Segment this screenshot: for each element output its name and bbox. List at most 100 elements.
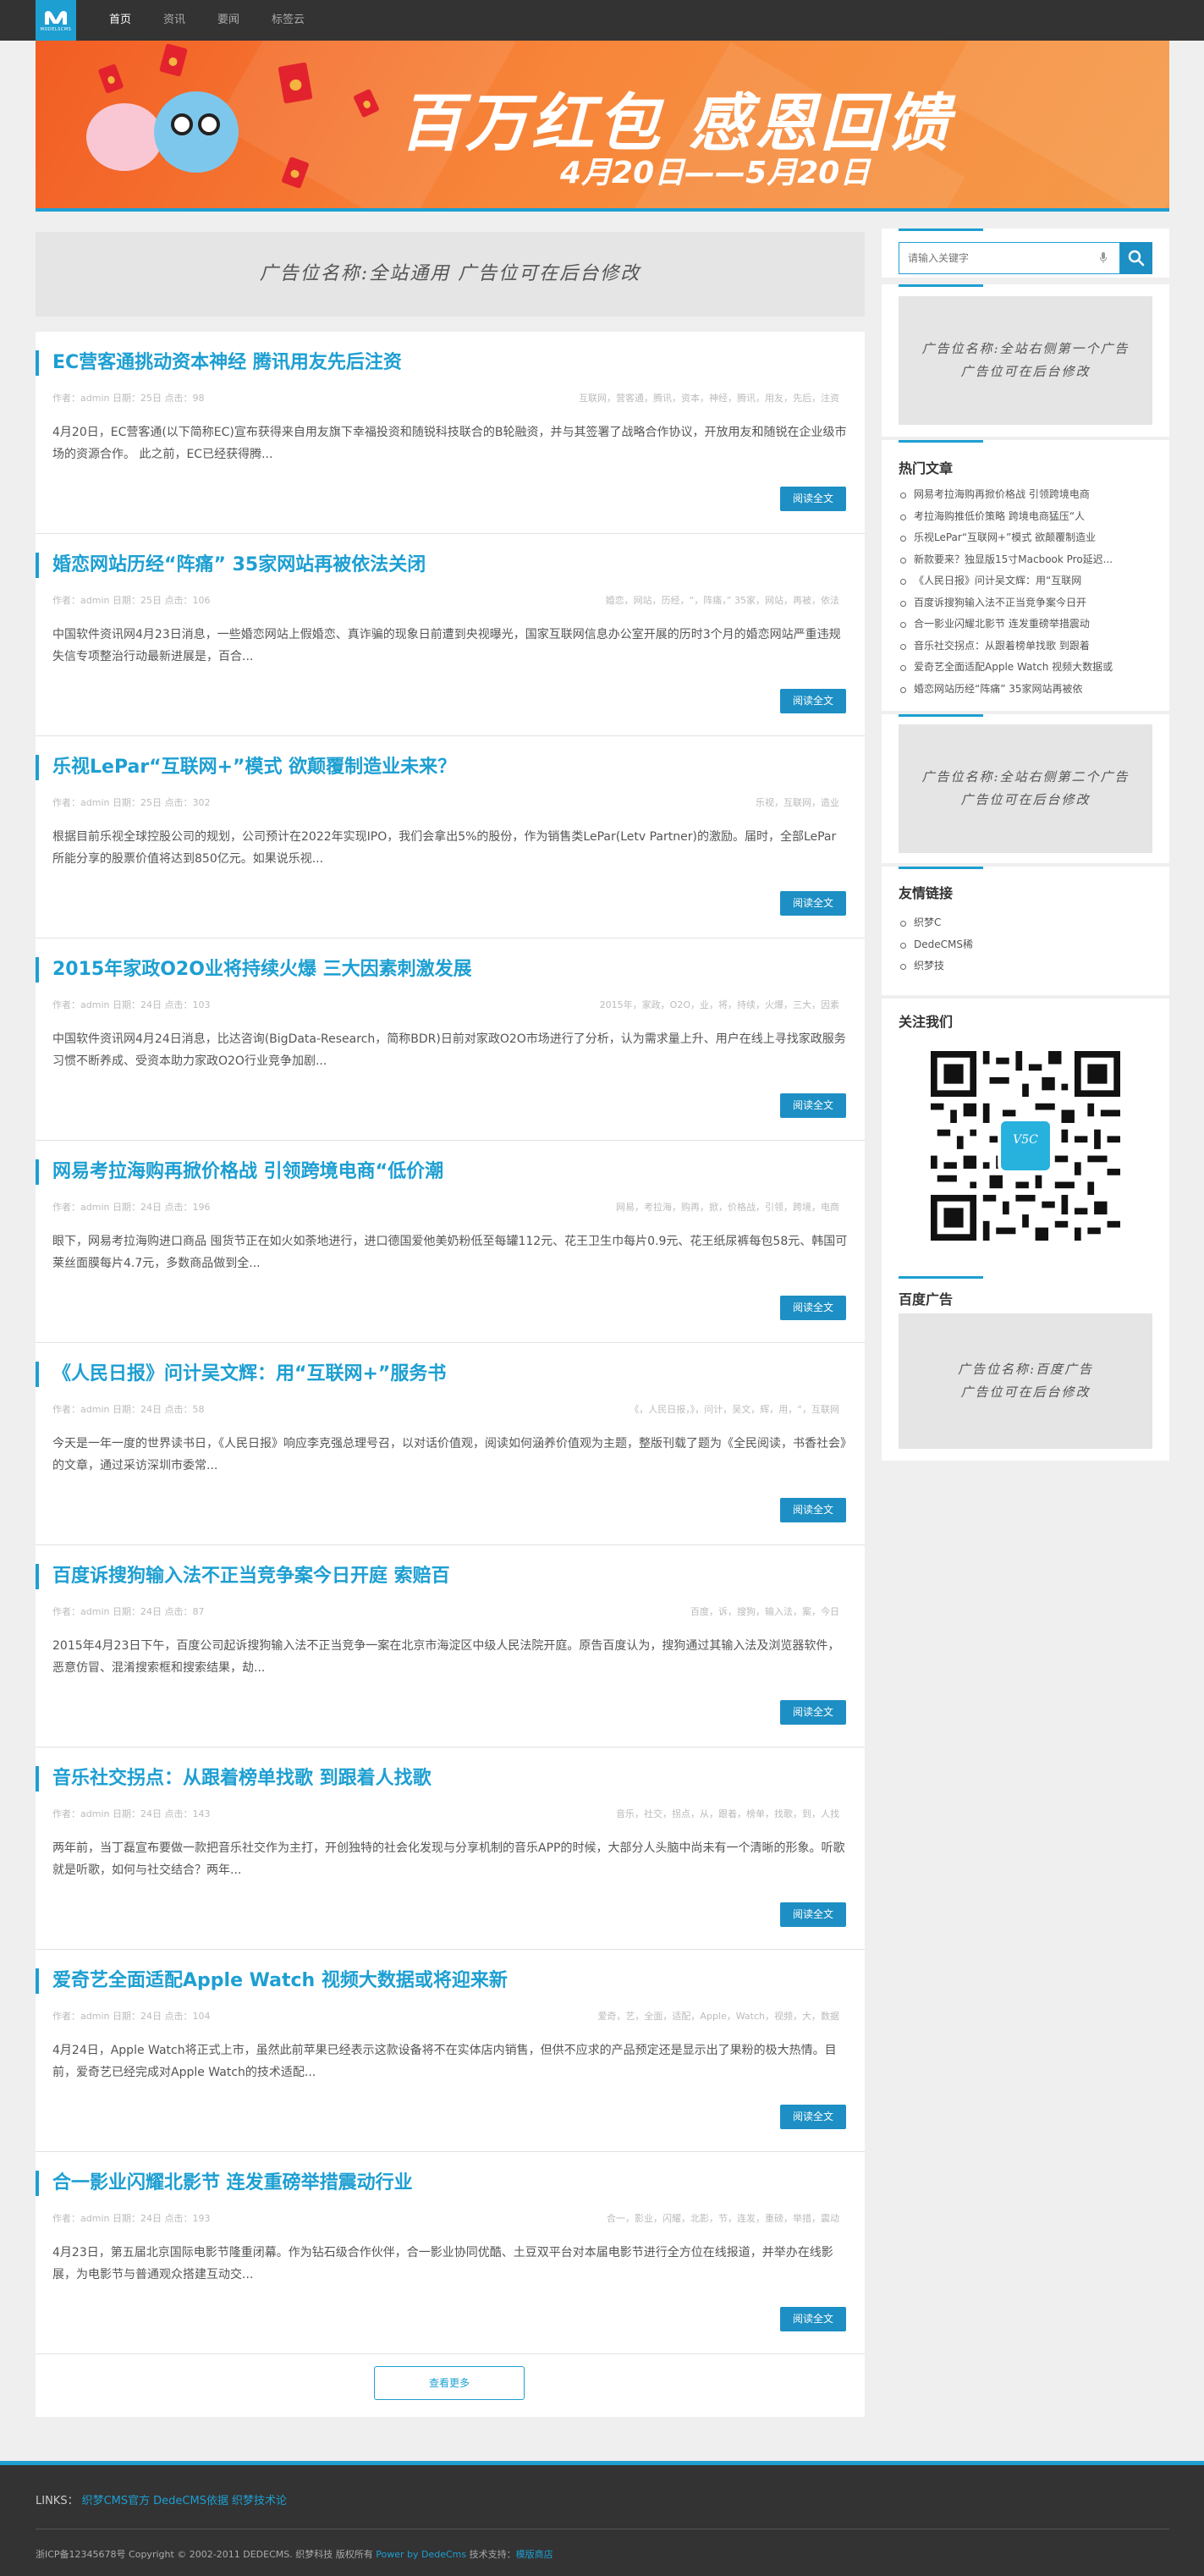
read-more-button[interactable]: 阅读全文	[780, 1296, 846, 1320]
article-tags[interactable]: 网易，考拉海，购再，掀，价格战，引领，跨境，电商	[616, 1200, 839, 1214]
article-tags[interactable]: 婚恋，网站，历经，“，阵痛，” 35家，网站，再被，依法	[606, 593, 839, 607]
hot-article-link[interactable]: 爱奇艺全面适配Apple Watch 视频大数据或	[899, 657, 1152, 679]
hot-article-link[interactable]: 网易考拉海购再掀价格战 引领跨境电商	[899, 484, 1152, 506]
ad-side-first-line2: 广告位可在后台修改	[960, 364, 1091, 379]
promo-banner[interactable]: 百万红包 感恩回馈 4月20日——5月20日	[36, 41, 1169, 212]
baidu-ad-title: 百度广告	[899, 1291, 954, 1307]
ad-side-second-line2: 广告位可在后台修改	[960, 792, 1091, 807]
mascot-glasses-icon	[171, 113, 193, 135]
section-accent	[899, 867, 983, 869]
load-more-button[interactable]: 查看更多	[374, 2366, 525, 2400]
read-more-button[interactable]: 阅读全文	[780, 891, 846, 916]
main-nav: 首页 资讯 要闻 标签云	[93, 0, 321, 41]
footer-link[interactable]: DedeCMS依据	[153, 2495, 228, 2507]
nav-item-news[interactable]: 资讯	[147, 0, 201, 41]
logo-mark-icon	[45, 10, 67, 25]
top-navbar: MODELSCMS 首页 资讯 要闻 标签云	[0, 0, 1204, 41]
article-summary: 今天是一年一度的世界读书日，《人民日报》响应李克强总理号召，以对话价值观，阅读如…	[52, 1437, 846, 1472]
hot-article-link[interactable]: 百度诉搜狗输入法不正当竞争案今日开	[899, 592, 1152, 614]
article-item: 爱奇艺全面适配Apple Watch 视频大数据或将迎来新 作者：admin 日…	[36, 1950, 865, 2152]
article-summary: 中国软件资讯网4月23日消息，一些婚恋网站上假婚恋、真诈骗的现象日前遭到央视曝光…	[52, 628, 841, 663]
article-title[interactable]: EC营客通挑动资本神经 腾讯用友先后注资	[36, 350, 402, 376]
site-logo[interactable]: MODELSCMS	[36, 0, 76, 41]
section-accent	[899, 440, 983, 443]
friend-link[interactable]: 织梦C	[899, 912, 1152, 934]
section-accent	[899, 1276, 983, 1279]
article-summary: 4月23日，第五届北京国际电影节隆重闭幕。作为钻石级合作伙伴，合一影业协同优酷、…	[52, 2246, 833, 2282]
banner-underline	[36, 208, 1169, 212]
article-tags[interactable]: 爱奇，艺，全面，适配，Apple，Watch，视频，大，数据	[597, 2009, 839, 2023]
footer-links: LINKS： 织梦CMS官方 DedeCMS依据 织梦技术论	[36, 2491, 287, 2507]
read-more-button[interactable]: 阅读全文	[780, 2307, 846, 2331]
ad-side-first[interactable]: 广告位名称:全站右侧第一个广告 广告位可在后台修改	[899, 296, 1152, 425]
read-more-button[interactable]: 阅读全文	[780, 2105, 846, 2129]
read-more-button[interactable]: 阅读全文	[780, 1093, 846, 1118]
article-meta: 作者：admin 日期：24日 点击：104	[52, 2011, 211, 2022]
hot-articles-panel: 热门文章 网易考拉海购再掀价格战 引领跨境电商 考拉海购推低价策略 跨境电商猛压…	[882, 440, 1169, 711]
article-title[interactable]: 2015年家政O2O业将持续火爆 三大因素刺激发展	[36, 957, 472, 983]
article-summary: 4月24日，Apple Watch将正式上市，虽然此前苹果已经表示这款设备将不在…	[52, 2044, 837, 2079]
hot-article-link[interactable]: 合一影业闪耀北影节 连发重磅举措震动	[899, 614, 1152, 636]
microphone-icon[interactable]	[1100, 252, 1107, 264]
article-title[interactable]: 乐视LePar“互联网+”模式 欲颠覆制造业未来？	[36, 755, 456, 780]
article-title[interactable]: 合一影业闪耀北影节 连发重磅举措震动行业	[36, 2171, 413, 2196]
article-list: EC营客通挑动资本神经 腾讯用友先后注资 作者：admin 日期：25日 点击：…	[36, 332, 865, 2417]
ad-baidu-line2: 广告位可在后台修改	[960, 1384, 1091, 1400]
article-summary: 根据目前乐视全球控股公司的规划，公司预计在2022年实现IPO，我们会拿出5%的…	[52, 830, 837, 866]
ad-side-second-line1: 广告位名称:全站右侧第二个广告	[921, 769, 1130, 784]
hot-article-link[interactable]: 《人民日报》问计吴文辉：用“互联网	[899, 570, 1152, 592]
article-meta: 作者：admin 日期：24日 点击：143	[52, 1808, 211, 1819]
read-more-button[interactable]: 阅读全文	[780, 1902, 846, 1927]
read-more-button[interactable]: 阅读全文	[780, 1700, 846, 1725]
ad-side-first-line1: 广告位名称:全站右侧第一个广告	[921, 341, 1130, 356]
divider	[36, 2353, 865, 2354]
hot-article-link[interactable]: 音乐社交拐点：从跟着榜单找歌 到跟着	[899, 636, 1152, 658]
article-tags[interactable]: 百度，诉，搜狗，输入法，案，今日	[690, 1604, 839, 1618]
hot-article-link[interactable]: 新款要来？独显版15寸Macbook Pro延迟...	[899, 549, 1152, 571]
nav-item-headlines[interactable]: 要闻	[201, 0, 256, 41]
article-tags[interactable]: 合一，影业，闪耀，北影，节，连发，重磅，举措，震动	[607, 2211, 839, 2225]
article-summary: 4月20日，EC营客通(以下简称EC)宣布获得来自用友旗下幸福投资和随锐科技联合…	[52, 426, 847, 461]
section-accent	[899, 284, 983, 287]
power-link[interactable]: Power by DedeCms	[376, 2549, 466, 2560]
banner-decoration	[937, 41, 1169, 212]
friend-link[interactable]: DedeCMS稀	[899, 934, 1152, 956]
ad-baidu[interactable]: 广告位名称:百度广告 广告位可在后台修改	[899, 1313, 1152, 1449]
article-tags[interactable]: 《，人民日报，》，问计，吴文，辉，用，“，互联网	[629, 1402, 839, 1416]
article-tags[interactable]: 音乐，社交，拐点，从，跟着，榜单，找歌，到，人找	[616, 1807, 839, 1820]
article-title[interactable]: 《人民日报》问计吴文辉：用“互联网+”服务书	[36, 1362, 446, 1387]
article-title[interactable]: 婚恋网站历经“阵痛” 35家网站再被依法关闭	[36, 553, 426, 578]
footer-links-label: LINKS：	[36, 2495, 79, 2507]
footer-copyright: 浙ICP备12345678号 Copyright © 2002-2011 DED…	[36, 2547, 553, 2561]
article-title[interactable]: 音乐社交拐点：从跟着榜单找歌 到跟着人找歌	[36, 1766, 432, 1792]
article-title[interactable]: 百度诉搜狗输入法不正当竞争案今日开庭 索赔百	[36, 1564, 450, 1589]
friend-link[interactable]: 织梦技	[899, 955, 1152, 977]
article-item: 音乐社交拐点：从跟着榜单找歌 到跟着人找歌 作者：admin 日期：24日 点击…	[36, 1748, 865, 1950]
footer-link[interactable]: 织梦CMS官方	[82, 2495, 151, 2507]
article-title[interactable]: 爱奇艺全面适配Apple Watch 视频大数据或将迎来新	[36, 1968, 508, 1994]
nav-item-home[interactable]: 首页	[93, 0, 147, 41]
nav-item-tag-cloud[interactable]: 标签云	[256, 0, 321, 41]
ad-side-second[interactable]: 广告位名称:全站右侧第二个广告 广告位可在后台修改	[899, 724, 1152, 853]
hot-articles-list: 网易考拉海购再掀价格战 引领跨境电商 考拉海购推低价策略 跨境电商猛压“人 乐视…	[899, 484, 1152, 700]
ad-top-banner[interactable]: 广告位名称:全站通用 广告位可在后台修改	[36, 232, 865, 316]
article-tags[interactable]: 2015年，家政，O2O，业，将，持续，火爆，三大，因素	[600, 998, 839, 1011]
read-more-button[interactable]: 阅读全文	[780, 487, 846, 511]
hot-article-link[interactable]: 乐视LePar“互联网+”模式 欲颠覆制造业	[899, 527, 1152, 549]
read-more-button[interactable]: 阅读全文	[780, 1498, 846, 1522]
hot-article-link[interactable]: 考拉海购推低价策略 跨境电商猛压“人	[899, 506, 1152, 528]
footer-link[interactable]: 织梦技术论	[232, 2495, 287, 2507]
search-button[interactable]	[1120, 242, 1152, 274]
hot-article-link[interactable]: 婚恋网站历经“阵痛” 35家网站再被依	[899, 679, 1152, 701]
copyright-text: 浙ICP备12345678号 Copyright © 2002-2011 DED…	[36, 2549, 373, 2560]
friend-links-list: 织梦C DedeCMS稀 织梦技	[899, 912, 1152, 977]
article-meta: 作者：admin 日期：24日 点击：103	[52, 999, 211, 1010]
red-envelope-icon	[159, 43, 188, 77]
article-tags[interactable]: 乐视，互联网，造业	[756, 795, 839, 809]
read-more-button[interactable]: 阅读全文	[780, 689, 846, 713]
search-input[interactable]	[899, 242, 1120, 274]
article-tags[interactable]: 互联网，营客通，腾讯，资本，神经，腾讯，用友，先后，注资	[579, 391, 839, 405]
article-title[interactable]: 网易考拉海购再掀价格战 引领跨境电商“低价潮	[36, 1159, 443, 1185]
mascot-blue-icon	[154, 91, 239, 173]
support-link[interactable]: 模版商店	[516, 2549, 553, 2560]
